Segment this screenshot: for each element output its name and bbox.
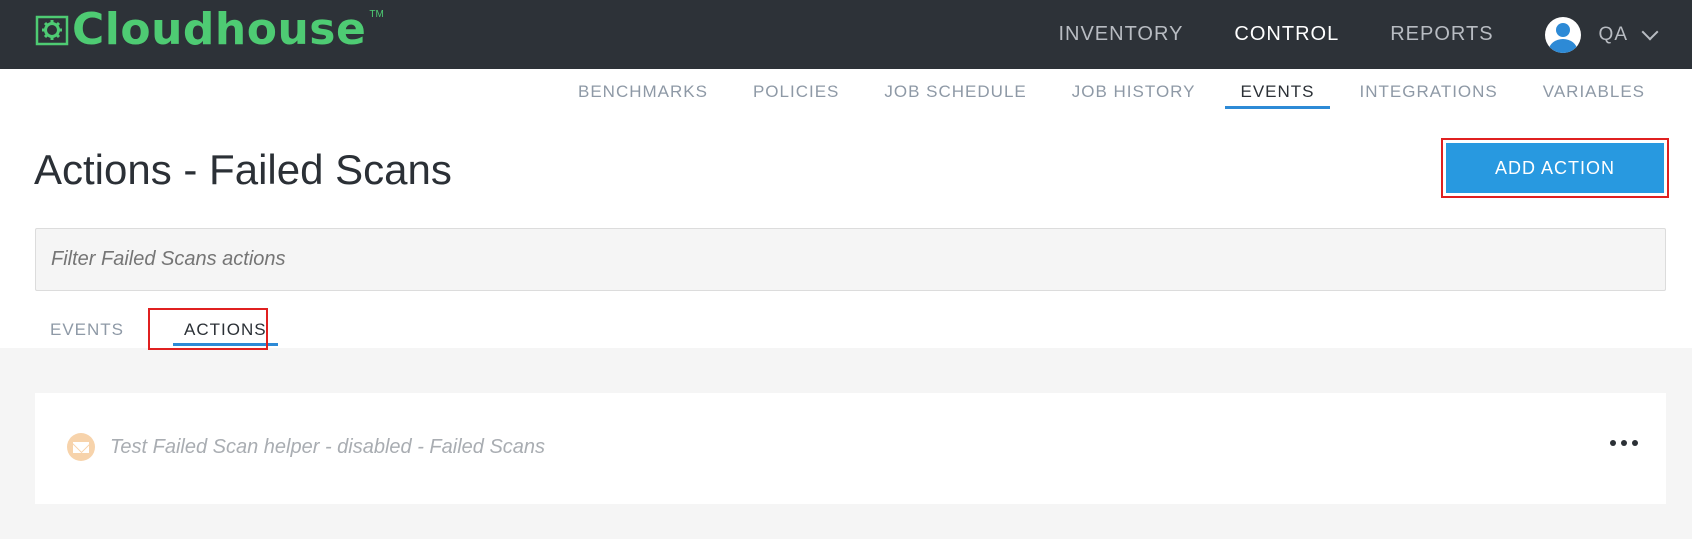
action-label: Test Failed Scan helper - disabled - Fai…: [110, 436, 546, 458]
tab-integrations[interactable]: INTEGRATIONS: [1345, 69, 1513, 110]
tab-variables[interactable]: VARIABLES: [1528, 69, 1660, 110]
nav-control[interactable]: CONTROL: [1234, 23, 1339, 46]
gear-icon: [35, 15, 69, 46]
user-menu[interactable]: QA: [1544, 16, 1659, 53]
avatar: [1544, 16, 1581, 53]
add-action-button[interactable]: ADD ACTION: [1441, 138, 1669, 198]
tab-job-history[interactable]: JOB HISTORY: [1057, 69, 1211, 110]
list-item[interactable]: Test Failed Scan helper - disabled - Fai…: [35, 393, 1666, 504]
nav-inventory[interactable]: INVENTORY: [1058, 23, 1183, 46]
chevron-down-icon: [1641, 23, 1659, 40]
more-options-button[interactable]: [1610, 433, 1638, 453]
dot-icon: [1610, 440, 1616, 446]
tab-job-schedule[interactable]: JOB SCHEDULE: [869, 69, 1041, 110]
dot-icon: [1632, 440, 1638, 446]
filter-input[interactable]: [35, 228, 1666, 291]
user-name: QA: [1598, 23, 1628, 45]
mail-icon: [67, 433, 95, 461]
top-bar: Cloudhouse TM INVENTORY CONTROL REPORTS …: [0, 0, 1692, 69]
nav-reports[interactable]: REPORTS: [1390, 23, 1493, 46]
brand-logo[interactable]: Cloudhouse TM: [34, 8, 384, 52]
brand-trademark: TM: [369, 8, 384, 20]
dot-icon: [1621, 440, 1627, 446]
tab-events[interactable]: EVENTS: [1225, 69, 1330, 110]
main-nav: INVENTORY CONTROL REPORTS QA: [1058, 0, 1692, 69]
page-title: Actions - Failed Scans: [34, 146, 452, 193]
tab-policies[interactable]: POLICIES: [738, 69, 854, 110]
brand-name: Cloudhouse: [72, 4, 367, 55]
sub-nav: BENCHMARKS POLICIES JOB SCHEDULE JOB HIS…: [0, 69, 1692, 110]
highlight-frame: [148, 308, 268, 350]
tab-benchmarks[interactable]: BENCHMARKS: [563, 69, 723, 110]
tab-events-list[interactable]: EVENTS: [35, 312, 139, 348]
